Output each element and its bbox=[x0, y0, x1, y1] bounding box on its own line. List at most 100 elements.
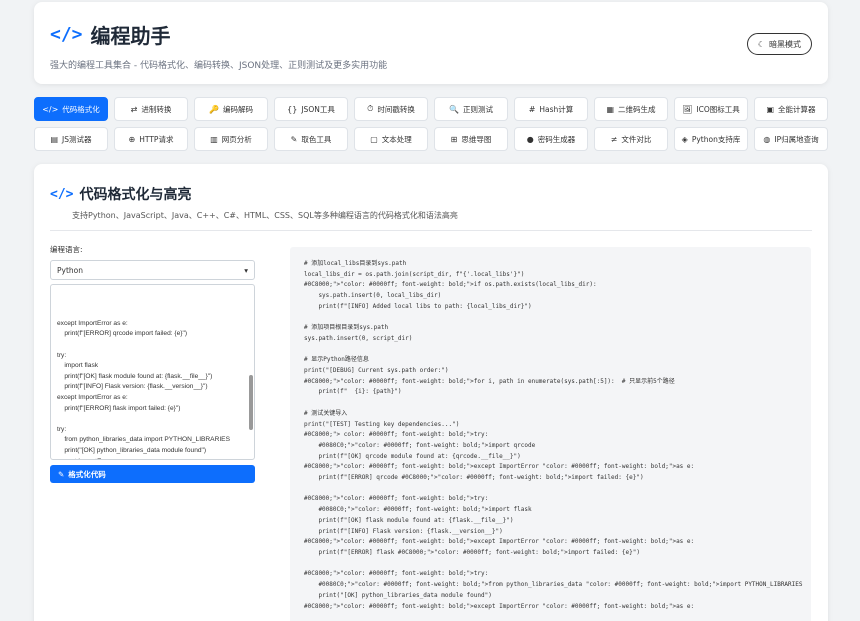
output-code-line: print("[TEST] Testing key dependencies..… bbox=[304, 420, 460, 428]
input-code-line: print(f"[OK] flask module found at: {fla… bbox=[57, 372, 213, 380]
code-input[interactable]: except ImportError as e: print(f"[ERROR]… bbox=[50, 284, 255, 460]
output-code-line bbox=[304, 559, 797, 570]
tab-0-6[interactable]: # Hash计算 bbox=[514, 97, 588, 121]
tab-label: 编码解码 bbox=[222, 104, 253, 114]
main-panel: </> 代码格式化与高亮 支持Python、JavaScript、Java、C+… bbox=[34, 164, 828, 621]
output-code-line: #0C8000;">"color: #0000ff; font-weight: … bbox=[304, 602, 695, 610]
output-code-line: #0C8000;">"color: #0000ff; font-weight: … bbox=[304, 281, 597, 289]
output-code-line: sys.path.insert(0, script_dir) bbox=[304, 334, 413, 342]
tab-0-4[interactable]: ⏱ 时间戳转换 bbox=[354, 97, 428, 121]
tab-label: IP归属地查询 bbox=[774, 134, 819, 144]
tab-0-9[interactable]: ▣ 全能计算器 bbox=[754, 97, 828, 121]
tab-0-5[interactable]: 🔍 正则测试 bbox=[434, 97, 508, 121]
tab-label: 密码生成器 bbox=[537, 134, 576, 144]
tab-1-6[interactable]: ● 密码生成器 bbox=[514, 127, 588, 151]
tab-row: ▤ JS测试器 ⊕ HTTP请求 ▥ 网页分析 ✎ 取色工具 ▢ 文本处理 ⊞ 思维导图 ● 密码生成器 ≠… bbox=[34, 127, 828, 151]
output-code-line: print(f"[OK] flask module found at: {fla… bbox=[304, 516, 514, 524]
output-code-line bbox=[304, 345, 797, 356]
tab-1-0[interactable]: ▤ JS测试器 bbox=[34, 127, 108, 151]
output-code-line bbox=[304, 484, 797, 495]
tab-icon: ◍ bbox=[763, 134, 771, 144]
output-code-line: # 显示Python路径信息 bbox=[304, 356, 369, 364]
tab-icon: 🔍 bbox=[449, 104, 459, 114]
input-code-line: except ImportError as e: bbox=[57, 319, 128, 327]
tab-1-7[interactable]: ≠ 文件对比 bbox=[594, 127, 668, 151]
tab-label: JSON工具 bbox=[301, 104, 335, 114]
language-label: 编程语言: bbox=[50, 245, 83, 254]
output-code-line: print(f"[ERROR] flask #0C8000;">"color: … bbox=[304, 548, 640, 556]
output-code-line: #0080C0;">"color: #0000ff; font-weight: … bbox=[304, 441, 536, 449]
input-code-line: print("[OK] python_libraries_data module… bbox=[57, 446, 207, 454]
app-subtitle: 强大的编程工具集合 - 代码格式化、编码转换、JSON处理、正则测试及更多实用功… bbox=[50, 61, 388, 71]
tab-label: 文本处理 bbox=[381, 134, 412, 144]
tab-icon: ▣ bbox=[766, 104, 775, 114]
tab-icon: ▥ bbox=[210, 134, 218, 144]
dark-mode-button[interactable]: ☾ 暗黑模式 bbox=[746, 33, 812, 55]
tab-icon: ◈ bbox=[681, 134, 688, 144]
tab-label: 二维码生成 bbox=[618, 104, 656, 114]
tab-icon: ⊞ bbox=[450, 134, 458, 144]
tab-row: </> 代码格式化 ⇄ 进制转换 🔑 编码解码{} JSON工具 ⏱ 时间戳转换 🔍 正则测试 # Ha… bbox=[34, 97, 828, 121]
output-code-line: print(f"[OK] qrcode module found at: {qr… bbox=[304, 452, 521, 460]
dark-mode-label: 暗黑模式 bbox=[769, 39, 801, 49]
output-code-line: sys.path.insert(0, local_libs_dir) bbox=[304, 292, 442, 300]
tab-icon: ▢ bbox=[370, 134, 378, 144]
tab-icon: 🔑 bbox=[209, 104, 219, 114]
tab-0-7[interactable]: ▦ 二维码生成 bbox=[594, 97, 668, 121]
tab-1-1[interactable]: ⊕ HTTP请求 bbox=[114, 127, 188, 151]
tab-icon: ⊕ bbox=[128, 134, 136, 144]
tab-label: 进制转换 bbox=[141, 104, 172, 114]
output-code-line: # 测试关键导入 bbox=[304, 409, 348, 417]
input-code-line bbox=[57, 340, 248, 351]
input-code-line: from python_libraries_data import PYTHON… bbox=[57, 436, 230, 444]
tab-0-8[interactable]: 🖼 ICO图标工具 bbox=[674, 97, 748, 121]
output-code-line: #0C8000;">"color: #0000ff; font-weight: … bbox=[304, 463, 695, 471]
tab-label: 正则测试 bbox=[462, 104, 493, 114]
tool-tabs: </> 代码格式化 ⇄ 进制转换 🔑 编码解码{} JSON工具 ⏱ 时间戳转换 🔍 正则测试 # Ha… bbox=[34, 97, 828, 157]
tab-icon: ⏱ bbox=[367, 104, 374, 113]
output-code-line: #0080C0;">"color: #0000ff; font-weight: … bbox=[304, 581, 803, 589]
format-code-button[interactable]: ✎ 格式化代码 bbox=[50, 465, 255, 483]
app-title-text: 编程助手 bbox=[90, 24, 171, 48]
section-description: 支持Python、JavaScript、Java、C++、C#、HTML、CSS… bbox=[72, 211, 458, 220]
scrollbar[interactable] bbox=[249, 375, 253, 430]
tab-0-2[interactable]: 🔑 编码解码 bbox=[194, 97, 268, 121]
tab-1-5[interactable]: ⊞ 思维导图 bbox=[434, 127, 508, 151]
output-code-line: print(f"[INFO] Added local libs to path:… bbox=[304, 302, 532, 310]
tab-0-1[interactable]: ⇄ 进制转换 bbox=[114, 97, 188, 121]
tab-label: 取色工具 bbox=[301, 134, 332, 144]
tab-label: 网页分析 bbox=[221, 134, 252, 144]
pencil-icon: ✎ bbox=[58, 469, 65, 479]
tab-1-9[interactable]: ◍ IP归属地查询 bbox=[754, 127, 828, 151]
formatted-output: # 添加local_libs目录到sys.path local_libs_dir … bbox=[290, 247, 811, 621]
tab-0-0[interactable]: </> 代码格式化 bbox=[34, 97, 108, 121]
tab-0-3[interactable]: {} JSON工具 bbox=[274, 97, 348, 121]
chevron-down-icon: ▾ bbox=[244, 265, 248, 275]
section-title: </> 代码格式化与高亮 bbox=[50, 184, 191, 204]
tab-1-2[interactable]: ▥ 网页分析 bbox=[194, 127, 268, 151]
tab-1-3[interactable]: ✎ 取色工具 bbox=[274, 127, 348, 151]
language-value: Python bbox=[57, 265, 83, 275]
output-code-line: print(f"[ERROR] qrcode #0C8000;">"color:… bbox=[304, 474, 644, 482]
input-code-line: print(f"[ERROR] qrcode import failed: {e… bbox=[57, 330, 188, 338]
tab-label: HTTP请求 bbox=[139, 134, 174, 144]
input-code-line: print(f"[ERROR] flask import failed: {e}… bbox=[57, 404, 181, 412]
code-icon: </> bbox=[50, 186, 74, 202]
output-code-line: # 添加项目根目录到sys.path bbox=[304, 324, 389, 332]
tab-icon: ⇄ bbox=[130, 104, 138, 114]
tab-label: 全能计算器 bbox=[778, 104, 816, 114]
output-code-line: # 添加local_libs目录到sys.path bbox=[304, 260, 407, 267]
output-code-line: print("[OK] python_libraries_data module… bbox=[304, 591, 492, 599]
tab-icon: ▦ bbox=[606, 104, 615, 114]
tab-1-8[interactable]: ◈ Python支持库 bbox=[674, 127, 748, 151]
format-button-label: 格式化代码 bbox=[68, 469, 106, 479]
output-code-line: #0080C0;">"color: #0000ff; font-weight: … bbox=[304, 506, 532, 514]
tab-1-4[interactable]: ▢ 文本处理 bbox=[354, 127, 428, 151]
output-code-line bbox=[304, 313, 797, 324]
language-select[interactable]: Python ▾ bbox=[50, 260, 255, 280]
tab-label: JS测试器 bbox=[62, 134, 92, 144]
tab-label: Hash计算 bbox=[539, 104, 574, 114]
output-code-line: print(f"[INFO] Flask version: {flask.__v… bbox=[304, 527, 503, 535]
tab-icon: {} bbox=[287, 104, 298, 114]
tab-icon: ✎ bbox=[290, 134, 298, 144]
